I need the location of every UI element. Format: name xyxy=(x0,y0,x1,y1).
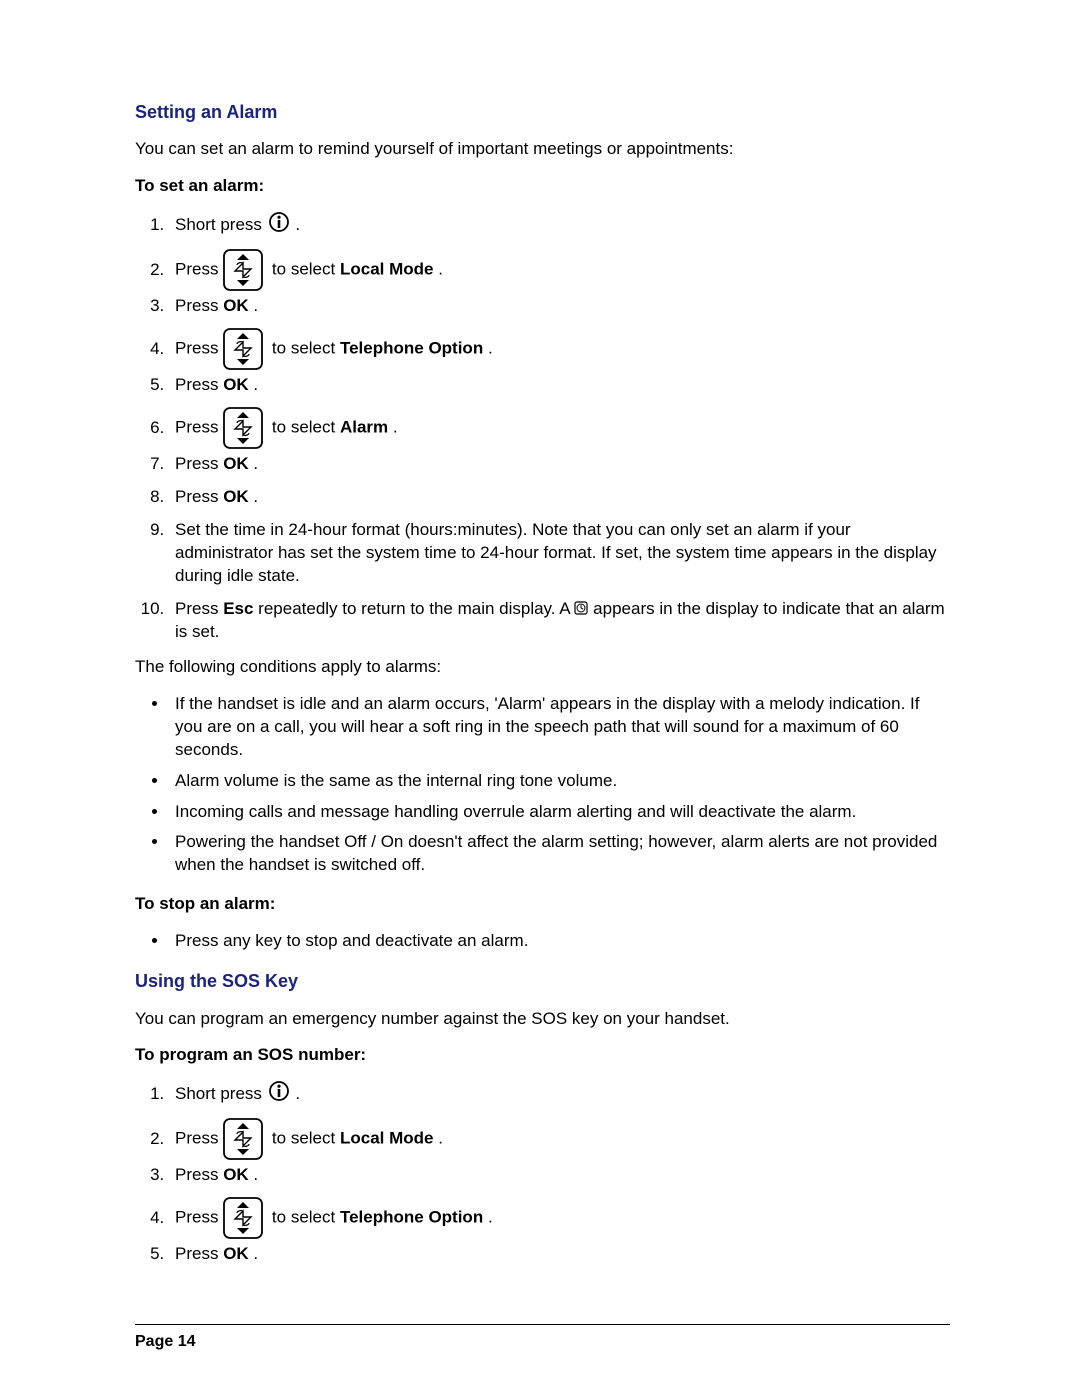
step-1: Short press . xyxy=(169,212,950,239)
step-3: Press OK . xyxy=(169,1164,950,1187)
list-item: Press any key to stop and deactivate an … xyxy=(169,930,950,953)
step-text: Press xyxy=(175,1244,223,1263)
step-text: Press xyxy=(175,418,223,437)
step-text: . xyxy=(438,260,443,279)
step-text: repeatedly to return to the main display… xyxy=(258,599,574,618)
step-3: Press OK . xyxy=(169,295,950,318)
clock-icon xyxy=(574,598,588,621)
step-text: . xyxy=(393,418,398,437)
step-2: Press to select Local Mode . xyxy=(169,1118,950,1160)
step-1: Short press . xyxy=(169,1081,950,1108)
step-text: . xyxy=(253,375,258,394)
step-text: Short press xyxy=(175,215,267,234)
step-text: . xyxy=(253,1165,258,1184)
nav-icon xyxy=(223,1118,267,1160)
step-text: to select xyxy=(272,260,340,279)
document-page: Setting an Alarm You can set an alarm to… xyxy=(0,0,1080,1397)
step-8: Press OK . xyxy=(169,486,950,509)
step-bold: OK xyxy=(223,375,249,394)
step-6: Press to select Alarm . xyxy=(169,407,950,449)
list-item: Incoming calls and message handling over… xyxy=(169,801,950,824)
step-text: Press xyxy=(175,487,223,506)
step-2: Press to select Local Mode . xyxy=(169,249,950,291)
step-text: Press xyxy=(175,375,223,394)
step-text: . xyxy=(253,454,258,473)
step-bold: Esc xyxy=(223,599,253,618)
step-text: to select xyxy=(272,1129,340,1148)
heading-sos-key: Using the SOS Key xyxy=(135,969,950,993)
step-bold: Alarm xyxy=(340,418,388,437)
step-text: Press xyxy=(175,1208,223,1227)
nav-icon xyxy=(223,328,267,370)
intro-setting-alarm: You can set an alarm to remind yourself … xyxy=(135,138,950,161)
step-text: Press xyxy=(175,296,223,315)
step-9: Set the time in 24-hour format (hours:mi… xyxy=(169,519,950,588)
step-text: . xyxy=(253,1244,258,1263)
step-bold: Telephone Option xyxy=(340,1208,483,1227)
step-bold: OK xyxy=(223,1244,249,1263)
step-text: . xyxy=(295,1084,300,1103)
step-text: to select xyxy=(272,339,340,358)
step-text: . xyxy=(253,296,258,315)
step-10: Press Esc repeatedly to return to the ma… xyxy=(169,598,950,644)
step-text: Press xyxy=(175,1129,223,1148)
step-7: Press OK . xyxy=(169,453,950,476)
step-text: to select xyxy=(272,1208,340,1227)
step-text: . xyxy=(253,487,258,506)
step-bold: OK xyxy=(223,487,249,506)
page-number: Page 14 xyxy=(135,1331,195,1353)
subhead-program-sos: To program an SOS number: xyxy=(135,1044,950,1067)
step-text: Press xyxy=(175,599,223,618)
step-bold: Telephone Option xyxy=(340,339,483,358)
info-icon xyxy=(267,1081,291,1108)
step-bold: OK xyxy=(223,454,249,473)
steps-set-alarm: Short press . Press to select Local Mode… xyxy=(135,212,950,644)
step-4: Press to select Telephone Option . xyxy=(169,328,950,370)
intro-sos: You can program an emergency number agai… xyxy=(135,1008,950,1031)
nav-icon xyxy=(223,249,267,291)
step-text: . xyxy=(488,1208,493,1227)
step-text: Short press xyxy=(175,1084,267,1103)
step-text: Press xyxy=(175,339,223,358)
step-bold: OK xyxy=(223,1165,249,1184)
nav-icon xyxy=(223,1197,267,1239)
subhead-set-alarm: To set an alarm: xyxy=(135,175,950,198)
footer-rule xyxy=(135,1324,950,1325)
step-text: . xyxy=(488,339,493,358)
stop-list: Press any key to stop and deactivate an … xyxy=(135,930,950,953)
step-text: Press xyxy=(175,454,223,473)
step-text: . xyxy=(438,1129,443,1148)
step-bold: Local Mode xyxy=(340,1129,434,1148)
step-4: Press to select Telephone Option . xyxy=(169,1197,950,1239)
step-5: Press OK . xyxy=(169,374,950,397)
step-text: to select xyxy=(272,418,340,437)
conditions-list: If the handset is idle and an alarm occu… xyxy=(135,693,950,878)
list-item: Powering the handset Off / On doesn't af… xyxy=(169,831,950,877)
step-bold: Local Mode xyxy=(340,260,434,279)
list-item: If the handset is idle and an alarm occu… xyxy=(169,693,950,762)
list-item: Alarm volume is the same as the internal… xyxy=(169,770,950,793)
step-5: Press OK . xyxy=(169,1243,950,1266)
step-text: Press xyxy=(175,1165,223,1184)
subhead-stop-alarm: To stop an alarm: xyxy=(135,893,950,916)
steps-sos: Short press . Press to select Local Mode… xyxy=(135,1081,950,1266)
step-bold: OK xyxy=(223,296,249,315)
conditions-intro: The following conditions apply to alarms… xyxy=(135,656,950,679)
step-text: Press xyxy=(175,260,223,279)
heading-setting-alarm: Setting an Alarm xyxy=(135,100,950,124)
step-text: . xyxy=(295,215,300,234)
info-icon xyxy=(267,212,291,239)
nav-icon xyxy=(223,407,267,449)
